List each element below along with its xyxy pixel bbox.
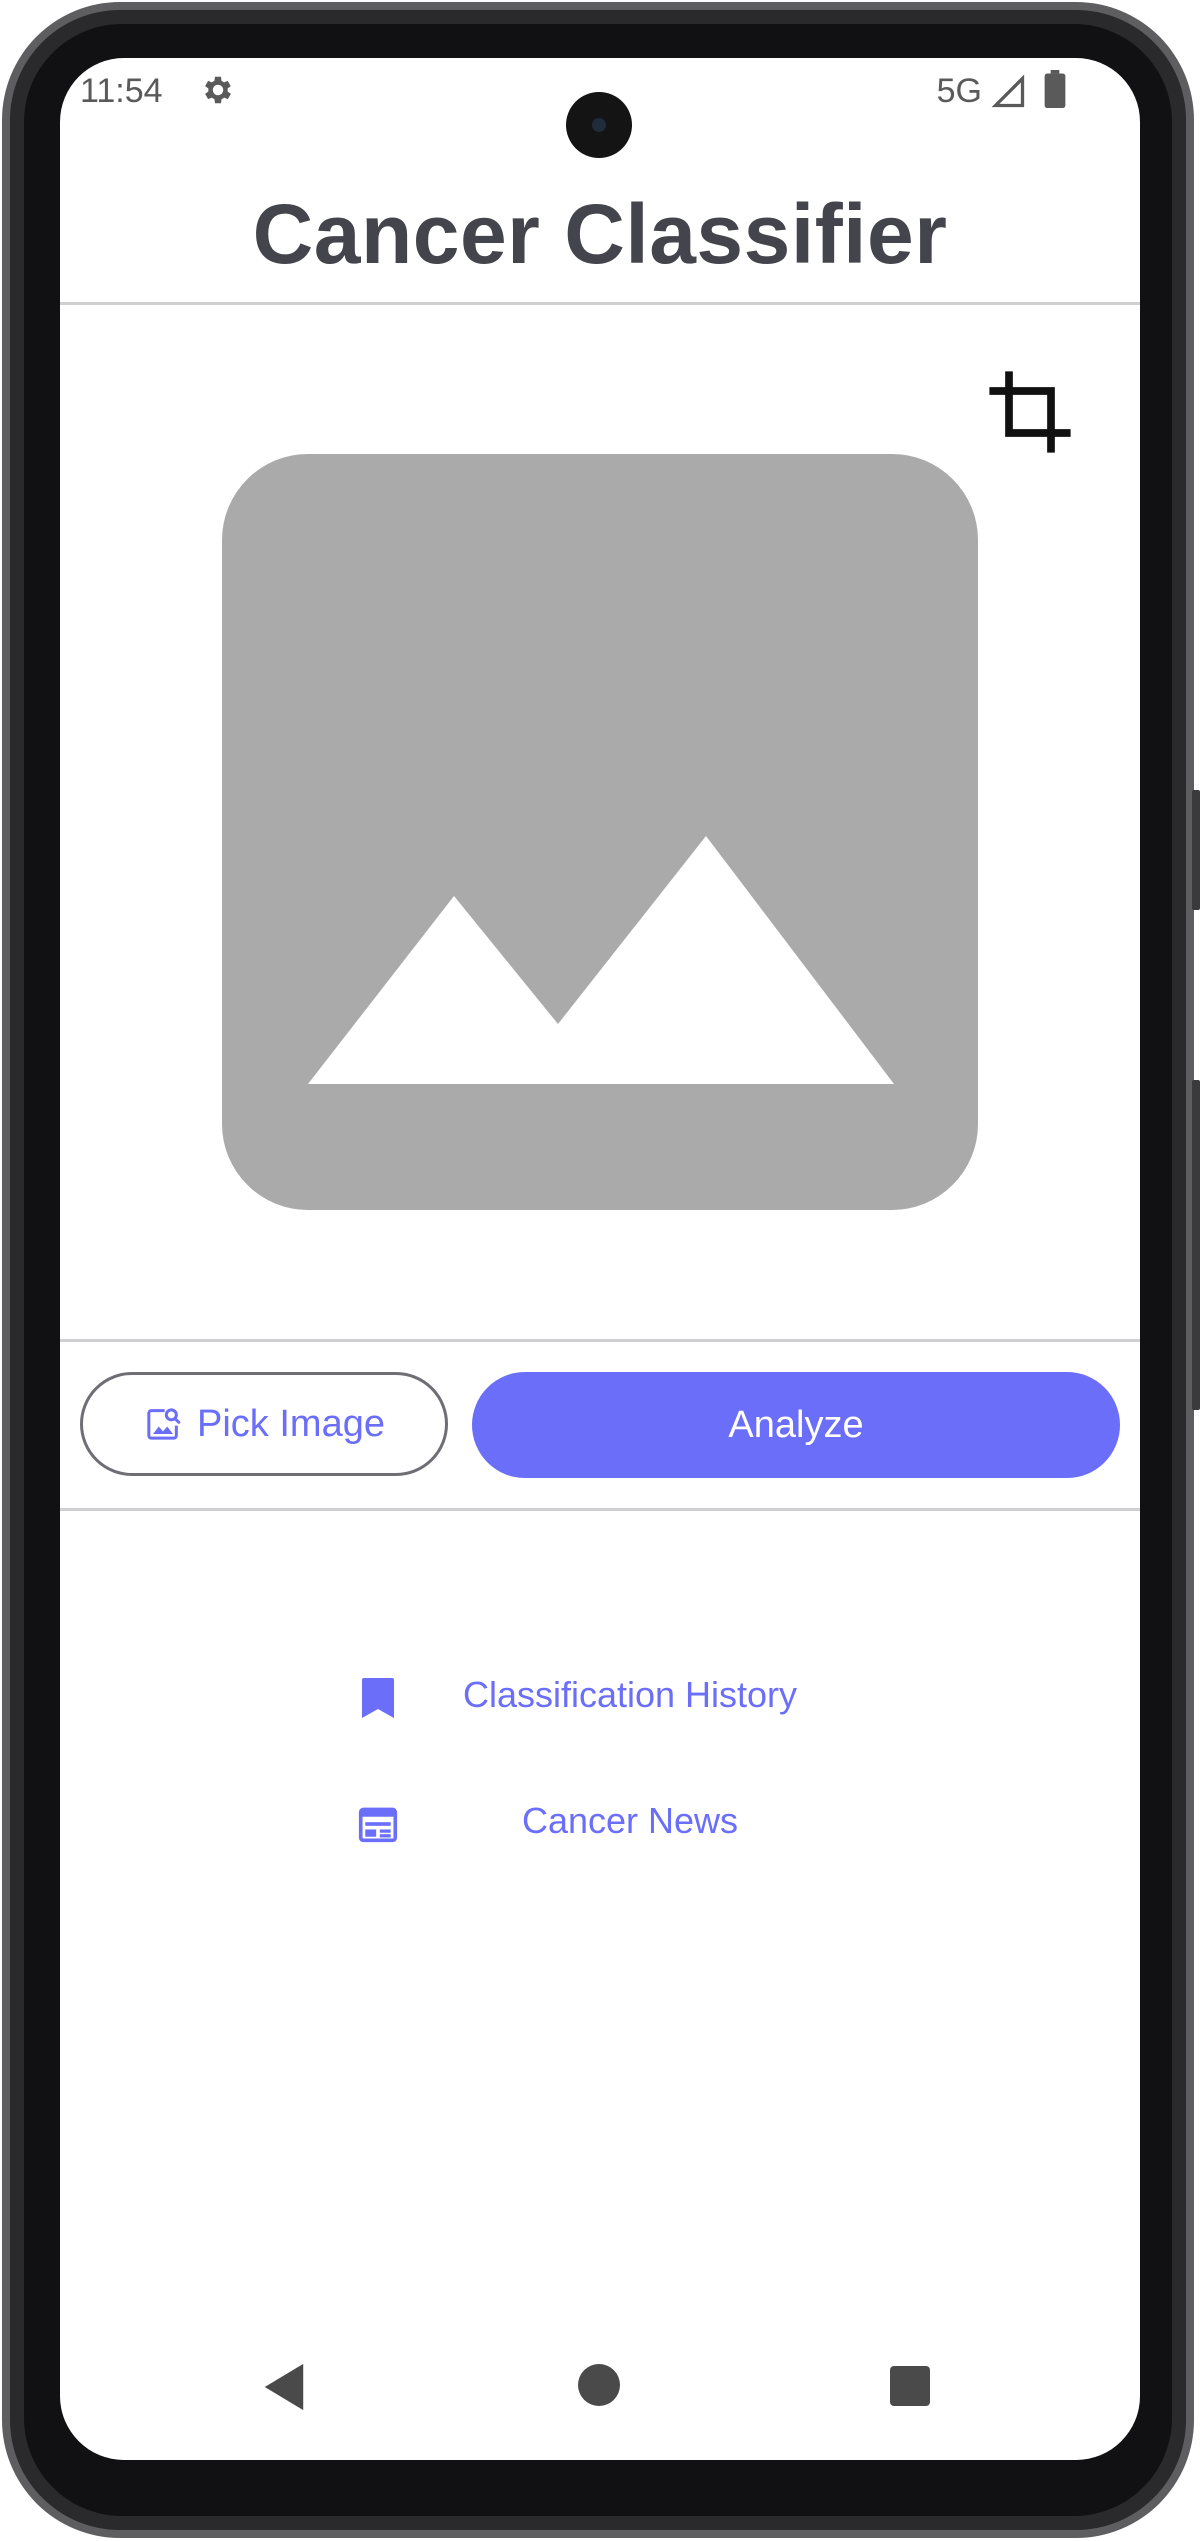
gear-icon — [205, 76, 231, 104]
network-type: 5G — [936, 72, 982, 110]
classification-history-label: Classification History — [462, 1674, 798, 1715]
power-button — [1192, 1080, 1200, 1410]
analyze-button[interactable]: Analyze — [472, 1372, 1120, 1478]
back-icon[interactable] — [260, 2362, 308, 2412]
front-camera — [566, 92, 632, 158]
image-search-icon — [147, 1408, 181, 1440]
phone-device: 11:54 5G Cancer Classifier Pick Image An… — [0, 0, 1200, 2541]
content-divider — [60, 1339, 1140, 1342]
bookmark-icon — [362, 1678, 394, 1718]
actions-divider — [60, 1508, 1140, 1511]
pick-image-button[interactable]: Pick Image — [80, 1372, 448, 1476]
cancer-news-label: Cancer News — [521, 1800, 739, 1841]
classification-history-link[interactable]: Classification History — [60, 1656, 1140, 1736]
cancer-news-link[interactable]: Cancer News — [60, 1782, 1140, 1862]
volume-button — [1192, 790, 1200, 910]
analyze-label: Analyze — [728, 1403, 864, 1446]
recents-icon[interactable] — [890, 2366, 930, 2406]
image-placeholder-icon — [308, 836, 894, 1084]
signal-icon — [991, 74, 1025, 108]
newspaper-icon — [358, 1807, 398, 1843]
home-icon[interactable] — [578, 2364, 620, 2406]
navigation-bar — [60, 2358, 1140, 2460]
image-preview[interactable] — [222, 454, 978, 1210]
status-time: 11:54 — [80, 72, 163, 110]
pick-image-label: Pick Image — [197, 1402, 385, 1445]
page-title: Cancer Classifier — [252, 187, 948, 281]
app-screen: 11:54 5G Cancer Classifier Pick Image An… — [60, 58, 1140, 2460]
battery-icon — [1044, 70, 1066, 108]
crop-icon[interactable] — [988, 370, 1072, 454]
header-divider — [60, 302, 1140, 305]
